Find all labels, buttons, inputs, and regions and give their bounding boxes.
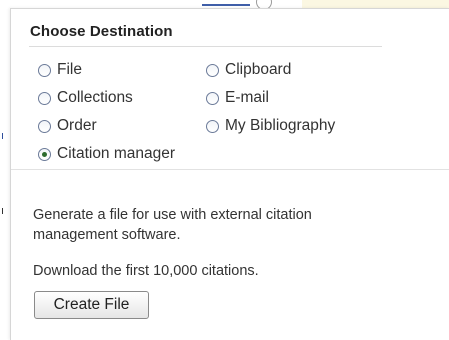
radio-email[interactable] xyxy=(206,91,219,105)
option-my-bibliography[interactable]: My Bibliography xyxy=(206,117,335,135)
citation-manager-description: Generate a file for use with external ci… xyxy=(33,207,312,243)
radio-citation-manager[interactable] xyxy=(38,147,51,161)
option-label: Order xyxy=(57,117,97,134)
send-to-popup: Choose Destination File Clipboard Collec… xyxy=(10,8,449,340)
radio-collections[interactable] xyxy=(38,91,51,105)
option-label: File xyxy=(57,61,82,78)
option-label: E-mail xyxy=(225,89,269,106)
background-panel xyxy=(302,0,449,8)
radio-clipboard[interactable] xyxy=(206,63,219,77)
radio-order[interactable] xyxy=(38,119,51,133)
background-fragment xyxy=(2,133,3,139)
option-label: My Bibliography xyxy=(225,117,336,134)
option-label: Collections xyxy=(57,89,133,106)
background-fragment xyxy=(202,4,250,6)
option-label: Clipboard xyxy=(225,61,292,78)
option-file[interactable]: File xyxy=(38,61,82,79)
section-divider xyxy=(11,169,449,170)
radio-my-bibliography[interactable] xyxy=(206,119,219,133)
screen: Choose Destination File Clipboard Collec… xyxy=(0,0,449,340)
option-clipboard[interactable]: Clipboard xyxy=(206,61,291,79)
option-collections[interactable]: Collections xyxy=(38,89,133,107)
option-label: Citation manager xyxy=(57,145,176,162)
option-email[interactable]: E-mail xyxy=(206,89,269,107)
background-fragment xyxy=(2,208,3,214)
create-file-button[interactable]: Create File xyxy=(34,291,149,319)
title-divider xyxy=(29,46,382,47)
download-limit-note: Download the first 10,000 citations. xyxy=(33,263,259,279)
radio-file[interactable] xyxy=(38,63,51,77)
option-citation-manager[interactable]: Citation manager xyxy=(38,145,175,163)
option-order[interactable]: Order xyxy=(38,117,97,135)
popup-title: Choose Destination xyxy=(30,23,173,40)
